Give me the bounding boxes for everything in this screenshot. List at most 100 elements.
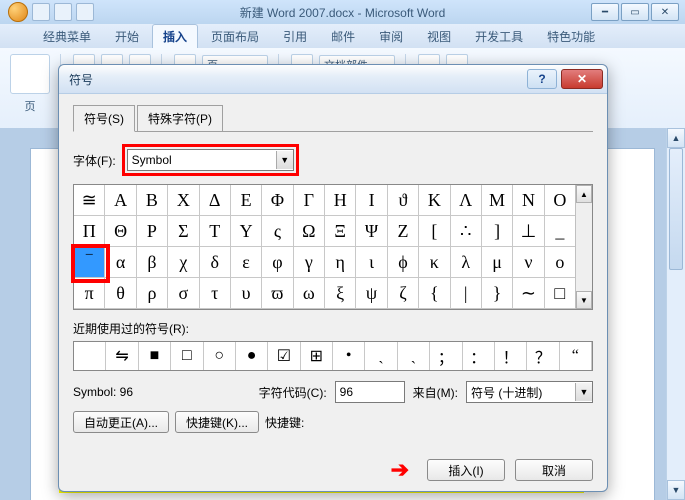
cancel-button[interactable]: 取消 [515,459,593,481]
symbol-cell[interactable]: Τ [200,216,231,247]
symbol-cell[interactable]: [ [419,216,450,247]
recent-symbol-cell[interactable]: ○ [204,342,236,370]
symbol-cell[interactable]: ∼ [513,278,544,309]
symbol-cell[interactable]: α [105,247,136,278]
symbol-cell[interactable]: ϕ [388,247,419,278]
symbol-cell[interactable]: Ι [356,185,387,216]
symbol-cell[interactable]: Υ [231,216,262,247]
symbol-cell[interactable]: δ [200,247,231,278]
symbol-cell[interactable]: ⊥ [513,216,544,247]
recent-symbol-cell[interactable]: ● [236,342,268,370]
ribbon-tab-7[interactable]: 视图 [416,24,462,48]
symbol-cell[interactable]: τ [200,278,231,309]
recent-symbol-cell[interactable]: ☑ [268,342,300,370]
symbol-cell[interactable]: ∴ [451,216,482,247]
symbol-cell[interactable]: ψ [356,278,387,309]
symbol-cell[interactable]: ϖ [262,278,293,309]
insert-button[interactable]: 插入(I) [427,459,505,481]
char-code-input[interactable] [336,383,404,401]
recent-symbol-cell[interactable]: ⇋ [106,342,138,370]
symbol-cell[interactable]: ζ [388,278,419,309]
symbol-cell[interactable]: Ρ [137,216,168,247]
recent-symbol-cell[interactable]: ˏ [398,342,430,370]
symbol-cell[interactable]: { [419,278,450,309]
recent-symbol-cell[interactable]: ■ [139,342,171,370]
symbol-cell[interactable]: Χ [168,185,199,216]
tab-special-characters[interactable]: 特殊字符(P) [137,105,223,132]
symbol-cell[interactable]: Α [105,185,136,216]
symbol-cell[interactable]: λ [451,247,482,278]
vertical-scrollbar[interactable]: ▲ ▼ [666,128,685,500]
scroll-down-icon[interactable]: ▼ [667,480,685,500]
symbol-cell[interactable]: υ [231,278,262,309]
symbol-cell[interactable]: σ [168,278,199,309]
symbol-cell[interactable]: φ [262,247,293,278]
symbol-cell[interactable]: ‾ [74,247,105,278]
ribbon-tab-9[interactable]: 特色功能 [536,24,606,48]
recent-symbol-cell[interactable]: ： [463,342,495,370]
symbol-cell[interactable]: ] [482,216,513,247]
symbol-cell[interactable]: Γ [294,185,325,216]
symbol-cell[interactable]: Θ [105,216,136,247]
window-minimize-button[interactable]: ━ [591,3,619,21]
window-close-button[interactable]: ✕ [651,3,679,21]
qat-redo-icon[interactable] [76,3,94,21]
chevron-down-icon[interactable]: ▼ [575,383,592,401]
symbol-cell[interactable]: Μ [482,185,513,216]
recent-symbol-cell[interactable]: • [333,342,365,370]
font-combobox[interactable]: ▼ [127,149,294,171]
scroll-up-icon[interactable]: ▲ [667,128,685,148]
symbol-cell[interactable]: ξ [325,278,356,309]
symbol-cell[interactable]: Β [137,185,168,216]
symbol-cell[interactable]: Ζ [388,216,419,247]
ribbon-tab-3[interactable]: 页面布局 [200,24,270,48]
dialog-close-button[interactable]: ✕ [561,69,603,89]
symbol-cell[interactable]: Ε [231,185,262,216]
symbol-cell[interactable]: β [137,247,168,278]
symbol-cell[interactable]: ν [513,247,544,278]
grid-scroll-up-icon[interactable]: ▲ [576,185,592,203]
recent-symbol-cell[interactable] [74,342,106,370]
symbol-cell[interactable]: Ο [545,185,576,216]
symbol-cell[interactable]: η [325,247,356,278]
chevron-down-icon[interactable]: ▼ [276,151,293,169]
autocorrect-button[interactable]: 自动更正(A)... [73,411,169,433]
symbol-cell[interactable]: ς [262,216,293,247]
from-combobox[interactable]: ▼ [466,381,593,403]
recent-symbol-cell[interactable]: ⊞ [301,342,333,370]
ribbon-tab-6[interactable]: 审阅 [368,24,414,48]
recent-symbols-grid[interactable]: ⇋■□○●☑⊞•ˎˏ；：！？“ [73,341,593,371]
symbol-cell[interactable]: ϑ [388,185,419,216]
recent-symbol-cell[interactable]: “ [560,342,592,370]
office-orb-icon[interactable] [8,2,28,22]
char-code-field[interactable] [335,381,405,403]
shortcut-key-button[interactable]: 快捷键(K)... [175,411,259,433]
ribbon-tab-4[interactable]: 引用 [272,24,318,48]
tab-symbols[interactable]: 符号(S) [73,105,135,132]
symbol-cell[interactable]: | [451,278,482,309]
from-input[interactable] [467,383,575,401]
qat-undo-icon[interactable] [54,3,72,21]
ribbon-tab-5[interactable]: 邮件 [320,24,366,48]
symbol-cell[interactable]: Σ [168,216,199,247]
symbol-cell[interactable]: ε [231,247,262,278]
ribbon-tab-8[interactable]: 开发工具 [464,24,534,48]
symbol-cell[interactable]: ι [356,247,387,278]
symbol-cell[interactable]: Φ [262,185,293,216]
dialog-titlebar[interactable]: 符号 ? ✕ [59,65,607,94]
recent-symbol-cell[interactable]: ； [430,342,462,370]
symbol-cell[interactable]: Κ [419,185,450,216]
symbol-cell[interactable]: Λ [451,185,482,216]
symbol-cell[interactable]: _ [545,216,576,247]
symbol-cell[interactable]: ≅ [74,185,105,216]
symbol-cell[interactable]: Δ [200,185,231,216]
symbol-cell[interactable]: ρ [137,278,168,309]
symbol-cell[interactable]: Ψ [356,216,387,247]
ribbon-tab-1[interactable]: 开始 [104,24,150,48]
symbol-cell[interactable]: Η [325,185,356,216]
ribbon-tab-2[interactable]: 插入 [152,24,198,48]
symbol-cell[interactable]: γ [294,247,325,278]
symbol-cell[interactable]: } [482,278,513,309]
recent-symbol-cell[interactable]: ？ [527,342,559,370]
recent-symbol-cell[interactable]: □ [171,342,203,370]
